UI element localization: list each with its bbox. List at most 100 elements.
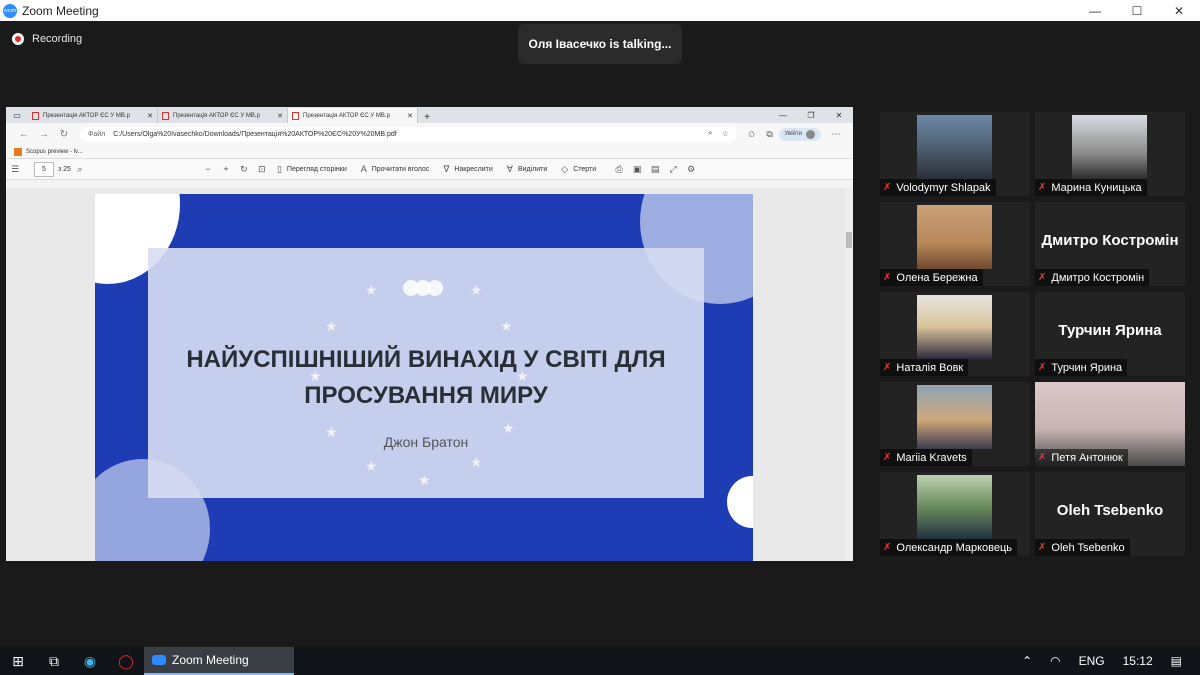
browser-tab-active[interactable]: Презентація АКТОР ЄС У МВ.p ✕ — [288, 108, 418, 123]
participant-video — [917, 385, 992, 449]
opera-browser-icon[interactable]: ◯ — [108, 647, 144, 675]
active-speaker-banner: Оля Івасечко is talking... — [518, 24, 682, 64]
fullscreen-icon[interactable]: ⤢ — [664, 164, 682, 175]
tab-label: Презентація АКТОР ЄС У МВ.p — [303, 112, 390, 119]
browser-close-icon[interactable]: ✕ — [825, 108, 853, 123]
pdf-icon — [32, 111, 39, 120]
highlight-button[interactable]: ∀ Виділити — [507, 164, 548, 175]
page-view-label: Перегляд сторінки — [286, 165, 347, 173]
minimize-button[interactable]: — — [1074, 0, 1116, 21]
sign-in-button[interactable]: Увійти — [778, 127, 821, 141]
pdf-viewer[interactable]: ★ ★ ★ ★ ★ ★ ★ ★ ★ ★ ★ НАЙУСПІШНІШИЙ ВИНА… — [6, 188, 853, 561]
highlight-label: Виділити — [517, 165, 548, 173]
participant-name: Наталія Вовк — [896, 361, 964, 374]
page-number-input[interactable]: 5 — [34, 161, 54, 177]
zoom-logo-icon: zoom — [3, 3, 17, 18]
find-icon[interactable]: ⌕ — [71, 164, 89, 175]
participant-name: Турчин Ярина — [1051, 361, 1123, 374]
star-icon: ★ — [365, 458, 378, 474]
back-icon[interactable]: ← — [14, 129, 34, 140]
bookmark-item[interactable]: Scopus preview - lv... — [26, 149, 83, 155]
close-tab-icon[interactable]: ✕ — [407, 112, 413, 120]
recording-indicator[interactable]: Recording — [12, 33, 82, 45]
participant-tile[interactable]: Oleh Tsebenko ✗ Oleh Tsebenko — [1035, 472, 1185, 556]
star-icon: ★ — [365, 282, 378, 298]
windows-taskbar: ⊞ ⧉ ◉ ◯ Zoom Meeting ⌃ ◠ ENG 15:12 ▤ — [0, 647, 1200, 675]
browser-tab[interactable]: Презентація АКТОР ЄС У МВ.p ✕ — [28, 108, 158, 123]
clock[interactable]: 15:12 — [1123, 654, 1153, 668]
browser-tab[interactable]: Презентація АКТОР ЄС У МВ.p ✕ — [158, 108, 288, 123]
wifi-icon[interactable]: ◠ — [1050, 654, 1060, 668]
mic-muted-icon: ✗ — [883, 182, 892, 193]
browser-minimize-icon[interactable]: — — [769, 108, 797, 123]
new-tab-button[interactable]: + — [418, 112, 436, 123]
contents-icon[interactable]: ☰ — [6, 164, 24, 175]
mic-muted-icon: ✗ — [883, 362, 892, 373]
read-aloud-icon: A — [360, 164, 367, 174]
task-view-icon[interactable]: ⧉ — [36, 647, 72, 675]
page-count: з 25 — [58, 165, 71, 173]
language-indicator[interactable]: ENG — [1079, 654, 1105, 668]
participant-name-label: ✗ Oleh Tsebenko — [1035, 539, 1130, 556]
taskbar-zoom-label: Zoom Meeting — [172, 653, 249, 667]
pdf-toolbar: ☰ 5 з 25 ⌕ − + ↻ ⊡ ▯ Перегляд сторінки AП… — [6, 158, 853, 180]
fit-page-icon[interactable]: ⊡ — [253, 164, 271, 175]
zoom-search-icon[interactable]: ⌕ — [708, 130, 712, 138]
record-icon — [12, 33, 24, 45]
print-icon[interactable]: ⎙ — [610, 164, 628, 175]
rotate-icon[interactable]: ↻ — [235, 164, 253, 175]
close-tab-icon[interactable]: ✕ — [277, 112, 283, 120]
participant-tile[interactable]: ✗ Mariia Kravets — [880, 382, 1030, 466]
more-icon[interactable]: ⋯ — [827, 129, 845, 140]
participant-display-name: Турчин Ярина — [1058, 322, 1162, 339]
browser-restore-icon[interactable]: ❐ — [797, 108, 825, 123]
pdf-scrollbar[interactable] — [845, 188, 853, 561]
zoom-in-icon[interactable]: + — [217, 164, 235, 174]
taskbar-zoom-meeting[interactable]: Zoom Meeting — [144, 647, 294, 675]
read-aloud-button[interactable]: A Прочитати вголос — [361, 164, 430, 174]
star-icon: ★ — [500, 318, 513, 334]
save-icon[interactable]: ▣ — [628, 164, 646, 175]
close-tab-icon[interactable]: ✕ — [147, 112, 153, 120]
save-as-icon[interactable]: ▤ — [646, 164, 664, 175]
erase-button[interactable]: ◇ Стерти — [561, 164, 596, 175]
favorite-add-icon[interactable]: ☆ — [722, 130, 728, 138]
participant-tile[interactable]: Турчин Ярина ✗ Турчин Ярина — [1035, 292, 1185, 376]
recording-label: Recording — [32, 33, 83, 45]
highlight-icon: ∀ — [506, 163, 513, 174]
forward-icon[interactable]: → — [34, 129, 54, 140]
collections-icon[interactable]: ⧉ — [761, 129, 779, 140]
star-icon: ★ — [470, 282, 483, 298]
edge-browser-icon[interactable]: ◉ — [72, 647, 108, 675]
participant-name-label: ✗ Volodymyr Shlapak — [880, 179, 996, 196]
favorites-icon[interactable]: ✩ — [743, 129, 761, 140]
windows-start-icon[interactable]: ⊞ — [0, 647, 36, 675]
participant-video — [917, 115, 992, 179]
address-bar[interactable]: Файл C:/Users/Olga%20Ivasechko/Downloads… — [80, 126, 737, 142]
page-view-button[interactable]: ▯ Перегляд сторінки — [277, 164, 347, 175]
mic-muted-icon: ✗ — [1038, 182, 1047, 193]
maximize-button[interactable]: ☐ — [1116, 0, 1158, 21]
participant-tile[interactable]: ✗ Олена Бережна — [880, 202, 1030, 286]
decor-circle — [727, 476, 753, 528]
participant-tile[interactable]: ✗ Петя Антонюк — [1035, 382, 1185, 466]
zoom-out-icon[interactable]: − — [199, 164, 217, 174]
draw-button[interactable]: ∇ Накреслити — [443, 164, 492, 175]
notifications-icon[interactable]: ▤ — [1171, 654, 1182, 668]
participant-display-name: Дмитро Костромін — [1041, 232, 1179, 249]
participant-tile[interactable]: ✗ Наталія Вовк — [880, 292, 1030, 376]
tray-chevron-icon[interactable]: ⌃ — [1022, 654, 1032, 668]
participant-tile[interactable]: Дмитро Костромін ✗ Дмитро Костромін — [1035, 202, 1185, 286]
close-button[interactable]: ✕ — [1158, 0, 1200, 21]
scroll-thumb[interactable] — [846, 232, 852, 248]
slide-page: ★ ★ ★ ★ ★ ★ ★ ★ ★ ★ ★ НАЙУСПІШНІШИЙ ВИНА… — [95, 194, 753, 561]
participant-tile[interactable]: ✗ Volodymyr Shlapak — [880, 112, 1030, 196]
tab-actions-icon[interactable]: ▭ — [6, 108, 28, 123]
participant-tile[interactable]: ✗ Марина Куницька — [1035, 112, 1185, 196]
refresh-icon[interactable]: ↻ — [54, 129, 74, 140]
participant-tile[interactable]: ✗ Олександр Марковець — [880, 472, 1030, 556]
browser-tab-strip: ▭ Презентація АКТОР ЄС У МВ.p ✕ Презентац… — [6, 107, 853, 123]
participant-name-label: ✗ Турчин Ярина — [1035, 359, 1128, 376]
participant-display-name: Oleh Tsebenko — [1056, 502, 1164, 519]
settings-gear-icon[interactable]: ⚙ — [682, 164, 700, 175]
